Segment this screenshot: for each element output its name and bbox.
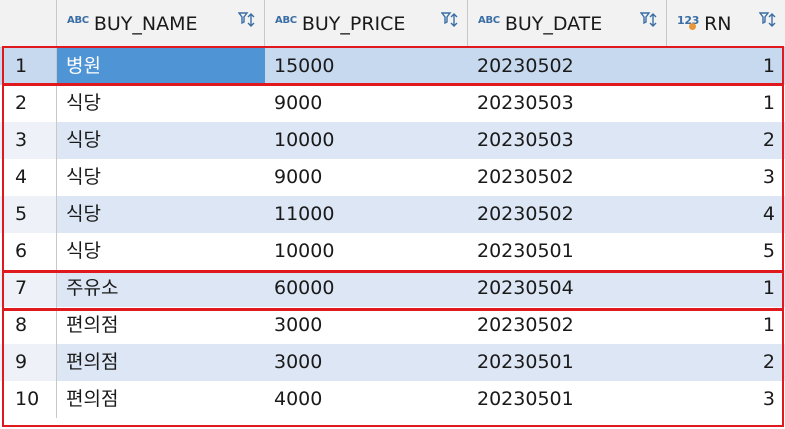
row-number[interactable]: 3 bbox=[0, 122, 57, 159]
cell-buy-price[interactable]: 11000 bbox=[265, 196, 468, 233]
cell-buy-name[interactable]: 식당 bbox=[57, 85, 265, 122]
abc-type-icon: ABC bbox=[67, 15, 89, 26]
abc-type-icon: ABC bbox=[478, 15, 500, 26]
cell-buy-price[interactable]: 4000 bbox=[265, 381, 468, 418]
filter-sort-icon[interactable] bbox=[640, 11, 658, 29]
table-row[interactable]: 3 식당 10000 20230503 2 bbox=[0, 122, 785, 159]
abc-type-icon: ABC bbox=[275, 15, 297, 26]
cell-buy-date[interactable]: 20230504 bbox=[468, 270, 667, 307]
cell-rn[interactable]: 4 bbox=[667, 196, 785, 233]
column-header-buy-name[interactable]: ABC BUY_NAME bbox=[57, 0, 265, 47]
cell-buy-price[interactable]: 15000 bbox=[265, 48, 468, 85]
cell-rn[interactable]: 3 bbox=[667, 159, 785, 196]
row-number[interactable]: 10 bbox=[0, 381, 57, 418]
row-number[interactable]: 2 bbox=[0, 85, 57, 122]
cell-buy-date[interactable]: 20230502 bbox=[468, 307, 667, 344]
table-row[interactable]: 6 식당 10000 20230501 5 bbox=[0, 233, 785, 270]
column-header-label: BUY_PRICE bbox=[301, 12, 406, 35]
table-row[interactable]: 2 식당 9000 20230503 1 bbox=[0, 85, 785, 122]
filter-sort-icon[interactable] bbox=[441, 11, 459, 29]
cell-buy-price[interactable]: 3000 bbox=[265, 307, 468, 344]
cell-rn[interactable]: 3 bbox=[667, 381, 785, 418]
row-number[interactable]: 7 bbox=[0, 270, 57, 307]
cell-buy-price[interactable]: 3000 bbox=[265, 344, 468, 381]
cell-buy-price[interactable]: 10000 bbox=[265, 233, 468, 270]
cell-buy-name[interactable]: 주유소 bbox=[57, 270, 265, 307]
cell-buy-date[interactable]: 20230502 bbox=[468, 196, 667, 233]
cell-buy-date[interactable]: 20230501 bbox=[468, 233, 667, 270]
row-number[interactable]: 9 bbox=[0, 344, 57, 381]
cell-buy-name[interactable]: 식당 bbox=[57, 196, 265, 233]
cell-rn[interactable]: 1 bbox=[667, 85, 785, 122]
cell-rn[interactable]: 1 bbox=[667, 48, 785, 85]
column-header-buy-date[interactable]: ABC BUY_DATE bbox=[468, 0, 667, 47]
row-number-header[interactable] bbox=[0, 0, 57, 47]
table-row[interactable]: 5 식당 11000 20230502 4 bbox=[0, 196, 785, 233]
cell-buy-name[interactable]: 식당 bbox=[57, 233, 265, 270]
column-header-buy-price[interactable]: ABC BUY_PRICE bbox=[265, 0, 468, 47]
table-row[interactable]: 10 편의점 4000 20230501 3 bbox=[0, 381, 785, 418]
row-number[interactable]: 1 bbox=[0, 48, 57, 85]
cell-buy-date[interactable]: 20230502 bbox=[468, 159, 667, 196]
cell-buy-date[interactable]: 20230501 bbox=[468, 344, 667, 381]
cell-buy-date[interactable]: 20230502 bbox=[468, 48, 667, 85]
cell-buy-name[interactable]: 식당 bbox=[57, 159, 265, 196]
cell-buy-date[interactable]: 20230501 bbox=[468, 381, 667, 418]
cell-rn[interactable]: 5 bbox=[667, 233, 785, 270]
filter-sort-icon[interactable] bbox=[759, 11, 777, 29]
cell-buy-name[interactable]: 식당 bbox=[57, 122, 265, 159]
cell-buy-name[interactable]: 편의점 bbox=[57, 307, 265, 344]
grid-header: ABC BUY_NAME ABC BUY_PRICE ABC BUY_DATE bbox=[0, 0, 785, 48]
row-number[interactable]: 8 bbox=[0, 307, 57, 344]
cell-rn[interactable]: 2 bbox=[667, 344, 785, 381]
cell-rn[interactable]: 1 bbox=[667, 307, 785, 344]
cell-rn[interactable]: 2 bbox=[667, 122, 785, 159]
column-header-rn[interactable]: 123 RN bbox=[667, 0, 785, 47]
cell-buy-price[interactable]: 9000 bbox=[265, 85, 468, 122]
cell-buy-name[interactable]: 병원 bbox=[57, 48, 265, 85]
filter-sort-icon[interactable] bbox=[238, 11, 256, 29]
number-type-icon: 123 bbox=[677, 14, 699, 30]
result-grid: ABC BUY_NAME ABC BUY_PRICE ABC BUY_DATE bbox=[0, 0, 785, 429]
row-number[interactable]: 6 bbox=[0, 233, 57, 270]
cell-buy-date[interactable]: 20230503 bbox=[468, 122, 667, 159]
cell-buy-price[interactable]: 9000 bbox=[265, 159, 468, 196]
cell-buy-price[interactable]: 10000 bbox=[265, 122, 468, 159]
table-row[interactable]: 1 병원 15000 20230502 1 bbox=[0, 48, 785, 85]
cell-rn[interactable]: 1 bbox=[667, 270, 785, 307]
table-row[interactable]: 4 식당 9000 20230502 3 bbox=[0, 159, 785, 196]
cell-buy-name[interactable]: 편의점 bbox=[57, 381, 265, 418]
column-header-label: BUY_DATE bbox=[504, 12, 603, 35]
column-header-label: RN bbox=[704, 12, 732, 35]
column-header-label: BUY_NAME bbox=[93, 12, 198, 35]
row-number[interactable]: 5 bbox=[0, 196, 57, 233]
cell-buy-price[interactable]: 60000 bbox=[265, 270, 468, 307]
table-row[interactable]: 8 편의점 3000 20230502 1 bbox=[0, 307, 785, 344]
cell-buy-name[interactable]: 편의점 bbox=[57, 344, 265, 381]
row-number[interactable]: 4 bbox=[0, 159, 57, 196]
cell-buy-date[interactable]: 20230503 bbox=[468, 85, 667, 122]
table-row[interactable]: 7 주유소 60000 20230504 1 bbox=[0, 270, 785, 307]
table-row[interactable]: 9 편의점 3000 20230501 2 bbox=[0, 344, 785, 381]
number-type-dot bbox=[689, 23, 696, 30]
